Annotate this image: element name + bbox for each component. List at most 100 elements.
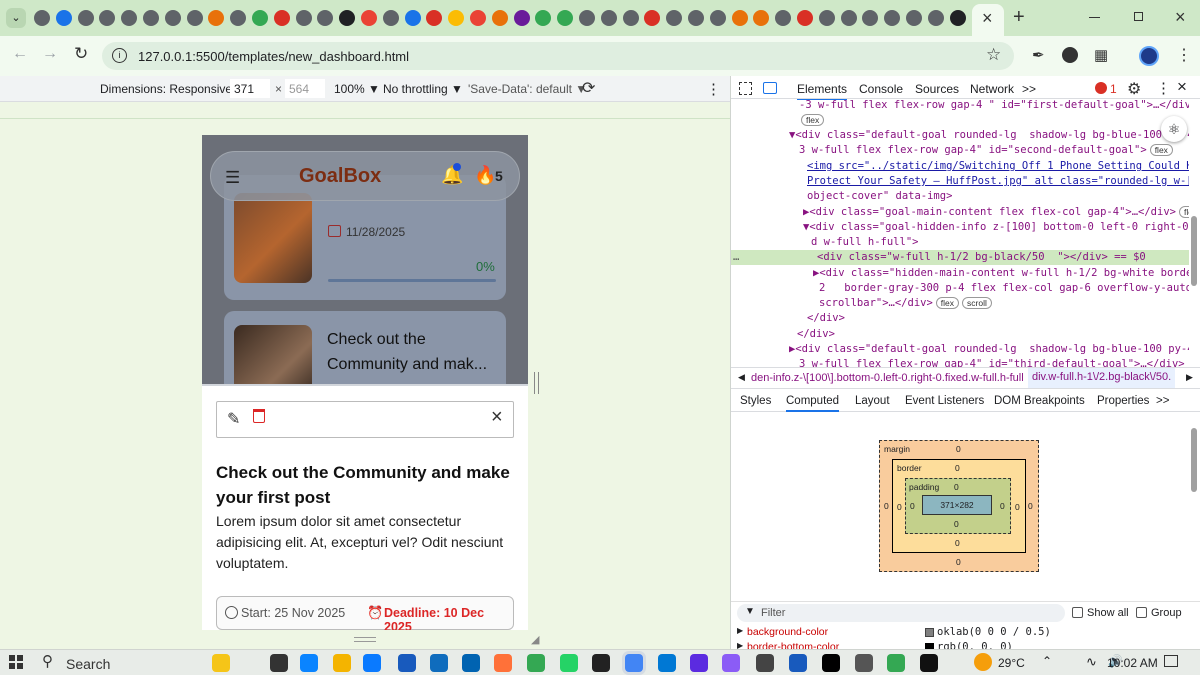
flex-badge[interactable]: flex: [1178, 206, 1189, 218]
dom-node-line[interactable]: ▶<div class="hidden-main-content w-full …: [813, 267, 1189, 279]
terminal-icon[interactable]: [592, 654, 610, 672]
chrome-icon[interactable]: [887, 654, 905, 672]
tab-favicon-icon[interactable]: [295, 10, 312, 26]
corner-resize-icon[interactable]: ◢: [531, 633, 539, 646]
tab-favicon-icon[interactable]: [55, 10, 72, 26]
tab-favicon-icon[interactable]: [797, 10, 813, 26]
tab-favicon-icon[interactable]: [208, 10, 225, 26]
notifications-icon[interactable]: [1164, 655, 1178, 667]
reload-icon[interactable]: ↻: [74, 44, 88, 64]
active-tab[interactable]: ×: [972, 4, 1004, 36]
zoom-select[interactable]: 100% ▼: [334, 82, 380, 96]
tab-favicon-icon[interactable]: [186, 10, 203, 26]
tab-favicon-icon[interactable]: [775, 10, 792, 26]
dom-node-line[interactable]: object-cover" data-img>: [807, 190, 952, 202]
rotate-icon[interactable]: ⟳: [582, 78, 595, 98]
menu-icon[interactable]: ⋮: [1176, 45, 1192, 65]
outlook-icon[interactable]: [430, 654, 448, 672]
forward-icon[interactable]: →: [42, 45, 58, 63]
tab-favicon-icon[interactable]: [470, 10, 486, 26]
tab-favicon-icon[interactable]: [382, 10, 399, 26]
tab-search-button[interactable]: ⌄: [6, 8, 26, 28]
dom-node-line[interactable]: scrollbar">…</div> flex scroll: [819, 297, 992, 309]
dom-node-line[interactable]: 3 w-full flex flex-row gap-4" id="second…: [799, 144, 1173, 156]
dom-node-line[interactable]: <div class="w-full h-1/2 bg-black/50 "><…: [817, 251, 1146, 263]
dom-node-line[interactable]: ▼<div class="goal-hidden-info z-[100] bo…: [803, 221, 1189, 233]
temperature[interactable]: 29°C: [998, 656, 1025, 670]
width-input[interactable]: 371: [230, 79, 270, 98]
url-text[interactable]: 127.0.0.1:5500/templates/new_dashboard.h…: [138, 49, 409, 64]
breadcrumb-item[interactable]: den-info.z-\[100\].bottom-0.left-0.right…: [751, 372, 1024, 384]
styles-subtab[interactable]: Computed: [786, 395, 840, 412]
show-all-checkbox[interactable]: [1072, 607, 1083, 618]
profile-avatar[interactable]: [1139, 46, 1159, 66]
dom-node-line[interactable]: -3 w-full flex flex-row gap-4 " id="firs…: [799, 99, 1189, 111]
keyboard-icon[interactable]: [462, 654, 480, 672]
dom-node-line[interactable]: Protect Your Safety – HuffPost.jpg" alt …: [807, 175, 1189, 187]
chrome-icon[interactable]: [527, 654, 545, 672]
new-tab-button[interactable]: +: [1013, 6, 1025, 29]
firefox-icon[interactable]: [494, 654, 512, 672]
dim-overlay[interactable]: 11/28/2025 0% Check out the Community an…: [202, 135, 528, 405]
delete-icon[interactable]: [253, 409, 265, 423]
restore-icon[interactable]: [1134, 12, 1143, 21]
node-dots[interactable]: …: [733, 251, 739, 263]
computed-property[interactable]: ▶ border-bottom-color rgb(0, 0, 0): [731, 640, 1200, 649]
extension-icon[interactable]: [1062, 47, 1078, 63]
throttle-select[interactable]: No throttling ▼: [383, 82, 463, 96]
tab-favicon-icon[interactable]: [426, 10, 443, 26]
close-icon[interactable]: ×: [982, 8, 993, 29]
dom-node-line[interactable]: d w-full h-full">: [811, 236, 918, 248]
tab-favicon-icon[interactable]: [535, 10, 552, 26]
app-icon[interactable]: [855, 654, 873, 672]
box-model-padding[interactable]: padding 0 0 0 0 371×282: [905, 478, 1011, 534]
tab-favicon-icon[interactable]: [818, 10, 835, 26]
tab-favicon-icon[interactable]: [34, 10, 50, 26]
computed-property[interactable]: ▶ background-color oklab(0 0 0 / 0.5): [731, 625, 1200, 639]
error-count[interactable]: 1: [1110, 82, 1117, 96]
taskbar-search[interactable]: Search: [66, 656, 110, 672]
dom-node-line[interactable]: ▶<div class="default-goal rounded-lg sha…: [789, 343, 1189, 355]
styles-subtab[interactable]: Layout: [855, 395, 890, 407]
minimize-icon[interactable]: [1089, 17, 1100, 18]
tab-favicon-icon[interactable]: [164, 10, 181, 26]
tab-favicon-icon[interactable]: [230, 10, 247, 26]
word-icon[interactable]: [789, 654, 807, 672]
app-icon[interactable]: [722, 654, 740, 672]
dom-node-line[interactable]: flex: [801, 114, 825, 126]
tab-favicon-icon[interactable]: [513, 10, 530, 26]
address-bar[interactable]: i 127.0.0.1:5500/templates/new_dashboard…: [102, 42, 1014, 70]
tab-favicon-icon[interactable]: [709, 10, 726, 26]
dom-node-line[interactable]: </div>: [807, 312, 845, 324]
dimensions-select[interactable]: Dimensions: Responsive ▼: [100, 82, 247, 96]
tab-favicon-icon[interactable]: [579, 10, 595, 26]
eyedropper-icon[interactable]: ✒: [1032, 46, 1045, 64]
chrome-active-icon[interactable]: [625, 654, 643, 672]
puzzle-icon[interactable]: ▦: [1094, 46, 1108, 64]
styles-subtab[interactable]: Event Listeners: [905, 395, 984, 407]
back-icon[interactable]: ←: [12, 45, 28, 63]
tab-favicon-icon[interactable]: [906, 10, 922, 26]
box-model-content[interactable]: 371×282: [922, 495, 992, 515]
file-explorer-icon[interactable]: [333, 654, 351, 672]
breadcrumb-left-arrow[interactable]: ◀: [738, 372, 745, 383]
tab-favicon-icon[interactable]: [622, 10, 639, 26]
flex-badge[interactable]: flex: [1149, 144, 1173, 156]
tab-favicon-icon[interactable]: [600, 10, 617, 26]
accessibility-icon[interactable]: ⚛: [1161, 116, 1187, 142]
wifi-icon[interactable]: ∿: [1086, 654, 1097, 670]
tab-favicon-icon[interactable]: [644, 10, 661, 26]
app-icon[interactable]: [756, 654, 774, 672]
tab-favicon-icon[interactable]: [77, 10, 94, 26]
styles-subtab[interactable]: >>: [1156, 395, 1169, 407]
dom-node-line[interactable]: 2 border-gray-300 p-4 flex flex-col gap-…: [819, 282, 1189, 294]
tab-favicon-icon[interactable]: [252, 10, 268, 26]
tab-favicon-icon[interactable]: [121, 10, 138, 26]
tab-favicon-icon[interactable]: [448, 10, 465, 26]
group-checkbox[interactable]: [1136, 607, 1147, 618]
tab-favicon-icon[interactable]: [862, 10, 879, 26]
weather-icon[interactable]: [974, 653, 992, 671]
tab-favicon-icon[interactable]: [143, 10, 159, 26]
scroll-badge[interactable]: scroll: [962, 297, 992, 309]
dom-node-line[interactable]: <img src="../static/img/Switching Off 1 …: [807, 160, 1189, 172]
